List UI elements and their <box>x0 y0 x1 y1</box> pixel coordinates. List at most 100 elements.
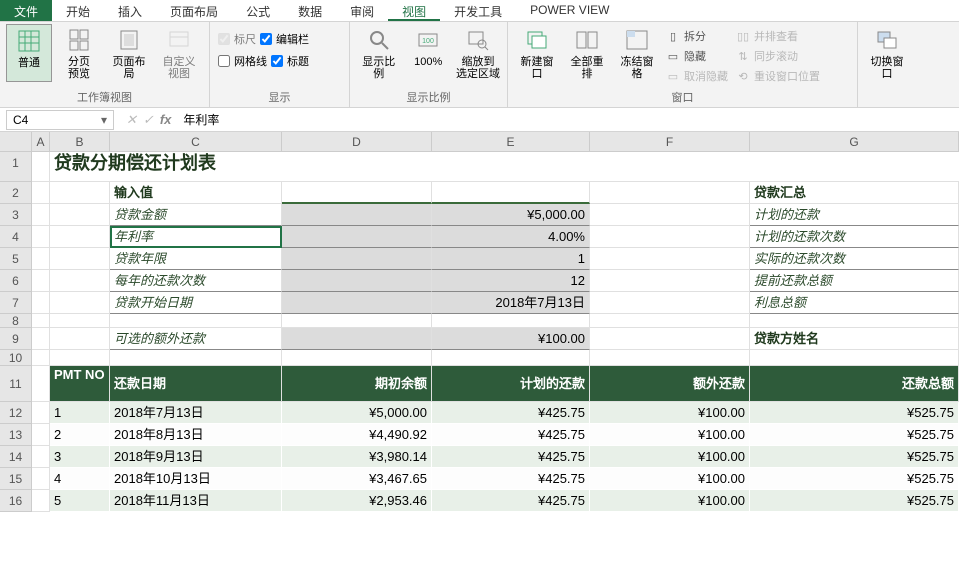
cell-start-val[interactable]: 2018年7月13日 <box>432 292 590 314</box>
cell-sched-count-label[interactable]: 计划的还款次数 <box>750 226 959 248</box>
cancel-formula-icon[interactable]: ✕ <box>126 112 137 128</box>
rowhead-4[interactable]: 4 <box>0 226 32 248</box>
rowhead-2[interactable]: 2 <box>0 182 32 204</box>
cell-loan-amount-label[interactable]: 贷款金额 <box>110 204 282 226</box>
menu-pagelayout[interactable]: 页面布局 <box>156 0 232 21</box>
cell-A1[interactable] <box>32 152 50 182</box>
cell-start-label[interactable]: 贷款开始日期 <box>110 292 282 314</box>
zoom100-button[interactable]: 100 100% <box>406 24 452 82</box>
rowhead-12[interactable]: 12 <box>0 402 32 424</box>
rowhead-13[interactable]: 13 <box>0 424 32 446</box>
cell-C2[interactable]: 输入值 <box>110 182 282 204</box>
rowhead-14[interactable]: 14 <box>0 446 32 468</box>
split-button[interactable]: ▯拆分 <box>666 28 728 44</box>
cell-rate-label[interactable]: 年利率 <box>110 226 282 248</box>
freeze-panes-button[interactable]: 冻结窗格 <box>614 24 660 86</box>
cell-F2[interactable] <box>590 182 750 204</box>
rowhead-9[interactable]: 9 <box>0 328 32 350</box>
rowhead-8[interactable]: 8 <box>0 314 32 328</box>
menu-view[interactable]: 视图 <box>388 0 440 21</box>
chk-headings-box[interactable] <box>271 55 283 67</box>
rowhead-6[interactable]: 6 <box>0 270 32 292</box>
cell-years-val[interactable]: 1 <box>432 248 590 270</box>
select-all-corner[interactable] <box>0 132 32 151</box>
view-pagelayout-button[interactable]: 页面布局 <box>106 24 152 82</box>
syncscroll-button[interactable]: ⇅同步滚动 <box>736 48 820 64</box>
resetpos-button[interactable]: ⟲重设窗口位置 <box>736 68 820 84</box>
table-row[interactable]: 4 <box>50 468 110 490</box>
cell-extra-val[interactable]: ¥100.00 <box>432 328 590 350</box>
menu-powerview[interactable]: POWER VIEW <box>516 0 623 21</box>
cell-B2[interactable] <box>50 182 110 204</box>
sidebyside-button[interactable]: ▯▯并排查看 <box>736 28 820 44</box>
col-F[interactable]: F <box>590 132 750 151</box>
tbl-head-pmt[interactable]: PMT NO <box>50 366 110 402</box>
rowhead-5[interactable]: 5 <box>0 248 32 270</box>
arrange-all-button[interactable]: 全部重排 <box>564 24 610 86</box>
chk-gridlines-box[interactable] <box>218 55 230 67</box>
cell-A2[interactable] <box>32 182 50 204</box>
rowhead-3[interactable]: 3 <box>0 204 32 226</box>
menu-file[interactable]: 文件 <box>0 0 52 21</box>
chk-gridlines[interactable]: 网格线 <box>218 53 267 69</box>
zoom-selection-button[interactable]: 缩放到 选定区域 <box>455 24 501 82</box>
menu-formula[interactable]: 公式 <box>232 0 284 21</box>
col-C[interactable]: C <box>110 132 282 151</box>
cell-G2[interactable]: 贷款汇总 <box>750 182 959 204</box>
cell-ppy-val[interactable]: 12 <box>432 270 590 292</box>
cell-ppy-label[interactable]: 每年的还款次数 <box>110 270 282 292</box>
tbl-head-date[interactable]: 还款日期 <box>110 366 282 402</box>
chk-ruler-box[interactable] <box>218 33 230 45</box>
cell-B1-title[interactable]: 贷款分期偿还计划表 <box>50 152 959 182</box>
cell-loan-amount-val[interactable]: ¥5,000.00 <box>432 204 590 226</box>
col-B[interactable]: B <box>50 132 110 151</box>
col-A[interactable]: A <box>32 132 50 151</box>
rowhead-16[interactable]: 16 <box>0 490 32 512</box>
formula-input[interactable]: 年利率 <box>177 109 959 130</box>
cell-interest-total-label[interactable]: 利息总额 <box>750 292 959 314</box>
unhide-button[interactable]: ▭取消隐藏 <box>666 68 728 84</box>
table-row[interactable]: 1 <box>50 402 110 424</box>
menu-data[interactable]: 数据 <box>284 0 336 21</box>
cell-D2[interactable] <box>282 182 432 204</box>
cell-extra-label[interactable]: 可选的额外还款 <box>110 328 282 350</box>
cell-actual-count-label[interactable]: 实际的还款次数 <box>750 248 959 270</box>
cell-years-label[interactable]: 贷款年限 <box>110 248 282 270</box>
tbl-head-begbal[interactable]: 期初余额 <box>282 366 432 402</box>
hide-button[interactable]: ▭隐藏 <box>666 48 728 64</box>
tbl-head-total[interactable]: 还款总额 <box>750 366 959 402</box>
view-normal-button[interactable]: 普通 <box>6 24 52 82</box>
tbl-head-sched[interactable]: 计划的还款 <box>432 366 590 402</box>
table-row[interactable]: 5 <box>50 490 110 512</box>
chk-formulabar[interactable]: 编辑栏 <box>260 31 309 47</box>
chk-formulabar-box[interactable] <box>260 33 272 45</box>
chk-headings[interactable]: 标题 <box>271 53 309 69</box>
rowhead-7[interactable]: 7 <box>0 292 32 314</box>
rowhead-1[interactable]: 1 <box>0 152 32 182</box>
name-box[interactable]: C4 ▾ <box>6 110 114 130</box>
col-E[interactable]: E <box>432 132 590 151</box>
col-D[interactable]: D <box>282 132 432 151</box>
zoom-button[interactable]: 显示比例 <box>356 24 402 82</box>
accept-formula-icon[interactable]: ✓ <box>143 112 154 128</box>
col-G[interactable]: G <box>750 132 959 151</box>
cell-early-total-label[interactable]: 提前还款总额 <box>750 270 959 292</box>
menu-devtools[interactable]: 开发工具 <box>440 0 516 21</box>
menu-review[interactable]: 审阅 <box>336 0 388 21</box>
rowhead-10[interactable]: 10 <box>0 350 32 366</box>
view-custom-button[interactable]: 自定义视图 <box>156 24 202 82</box>
cell-E2[interactable] <box>432 182 590 204</box>
rowhead-15[interactable]: 15 <box>0 468 32 490</box>
fx-icon[interactable]: fx <box>160 112 172 128</box>
menu-home[interactable]: 开始 <box>52 0 104 21</box>
cell-rate-val[interactable]: 4.00% <box>432 226 590 248</box>
switch-window-button[interactable]: 切换窗口 <box>864 24 910 82</box>
tbl-head-extra[interactable]: 额外还款 <box>590 366 750 402</box>
menu-insert[interactable]: 插入 <box>104 0 156 21</box>
view-pagebreak-button[interactable]: 分页 预览 <box>56 24 102 82</box>
chevron-down-icon[interactable]: ▾ <box>101 113 107 127</box>
chk-ruler[interactable]: 标尺 <box>218 31 256 47</box>
table-row[interactable]: 3 <box>50 446 110 468</box>
rowhead-11[interactable]: 11 <box>0 366 32 402</box>
new-window-button[interactable]: 新建窗口 <box>514 24 560 86</box>
